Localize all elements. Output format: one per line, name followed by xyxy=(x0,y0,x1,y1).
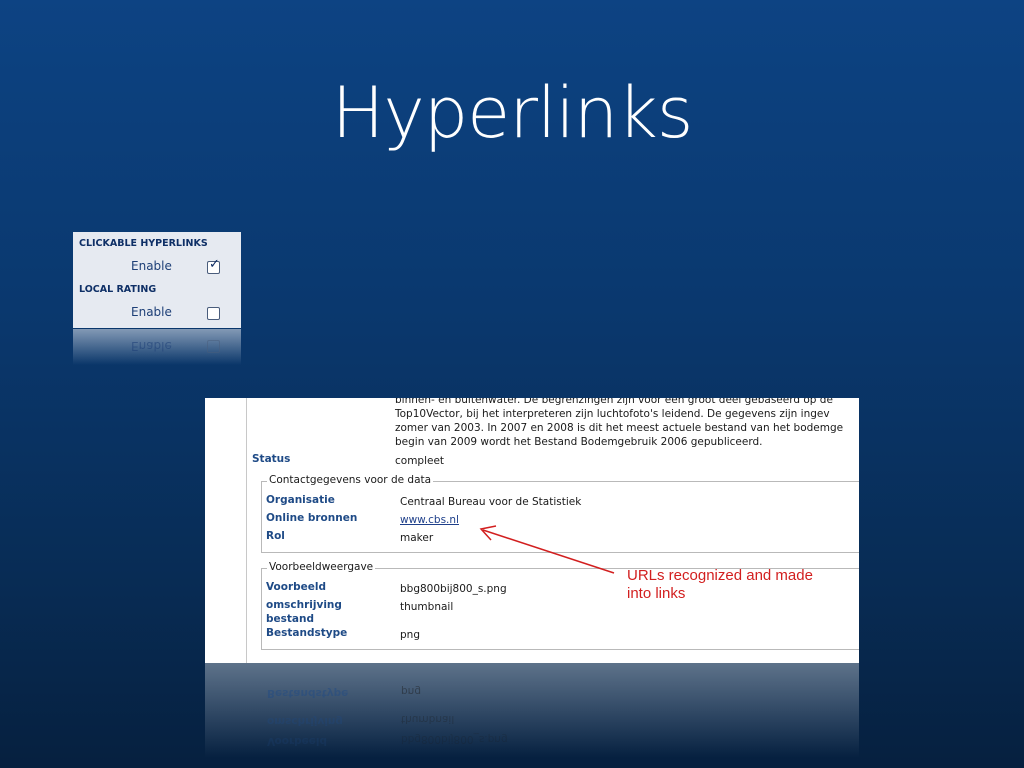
description-line-4: begin van 2009 wordt het Bestand Bodemge… xyxy=(395,436,763,448)
preview-legend: Voorbeeldweergave xyxy=(267,561,376,573)
reflection-voorbeeld-value: bbg800bij800_s.png xyxy=(401,733,508,745)
contact-fieldset: Contactgegevens voor de data Organisatie… xyxy=(261,474,859,553)
local-rating-header: LOCAL RATING xyxy=(79,284,157,295)
bestandstype-label: Bestandstype xyxy=(266,627,348,639)
rating-enable-checkbox[interactable] xyxy=(207,307,220,320)
organisatie-label: Organisatie xyxy=(266,494,335,506)
bestand-label: bestand xyxy=(266,613,314,625)
description-line-1: binnen- en buitenwater. De begrenzingen … xyxy=(395,398,833,406)
reflection-checkbox xyxy=(207,340,220,353)
bestandstype-value: png xyxy=(400,629,420,641)
reflection-type-value: png xyxy=(401,685,421,697)
clickable-enable-label: Enable xyxy=(131,259,172,273)
voorbeeld-value: bbg800bij800_s.png xyxy=(400,583,507,595)
rating-enable-label: Enable xyxy=(131,305,172,319)
voorbeeld-label: Voorbeeld xyxy=(266,581,327,593)
cbs-link[interactable]: www.cbs.nl xyxy=(400,514,459,526)
rol-label: Rol xyxy=(266,530,285,542)
reflection-omschrijving-label: omschrijving xyxy=(267,715,343,727)
slide-title: Hyperlinks xyxy=(331,72,694,154)
annotation-line-1: URLs recognized and made xyxy=(627,567,813,584)
settings-reflection: Enable xyxy=(73,329,241,365)
annotation-callout: URLs recognized and made into links xyxy=(627,567,837,603)
data-panel-reflection: Bestandstype png omschrijving thumbnail … xyxy=(205,663,859,768)
organisatie-value: Centraal Bureau voor de Statistiek xyxy=(400,496,582,508)
reflection-enable-label: Enable xyxy=(131,339,172,353)
reflection-type-label: Bestandstype xyxy=(267,687,349,699)
omschrijving-value: thumbnail xyxy=(400,601,454,613)
description-line-3: zomer van 2003. In 2007 en 2008 is dit h… xyxy=(395,422,844,434)
clickable-enable-checkbox[interactable]: ✓ xyxy=(207,257,220,274)
checkmark-icon: ✓ xyxy=(209,257,220,272)
description-line-2: Top10Vector, bij het interpreteren zijn … xyxy=(395,408,830,420)
divider xyxy=(246,398,247,663)
annotation-line-2: into links xyxy=(627,585,686,602)
reflection-voorbeeld-label: Voorbeeld xyxy=(267,735,328,747)
rol-value: maker xyxy=(400,532,434,544)
data-details-panel: binnen- en buitenwater. De begrenzingen … xyxy=(205,398,859,663)
contact-legend: Contactgegevens voor de data xyxy=(267,474,434,486)
online-bronnen-label: Online bronnen xyxy=(266,512,358,524)
status-label: Status xyxy=(252,453,291,465)
settings-panel: CLICKABLE HYPERLINKS Enable ✓ LOCAL RATI… xyxy=(73,232,241,328)
clickable-hyperlinks-header: CLICKABLE HYPERLINKS xyxy=(79,238,208,249)
status-value: compleet xyxy=(395,455,445,467)
reflection-omschrijving-value: thumbnail xyxy=(401,713,455,725)
omschrijving-label: omschrijving xyxy=(266,599,342,611)
